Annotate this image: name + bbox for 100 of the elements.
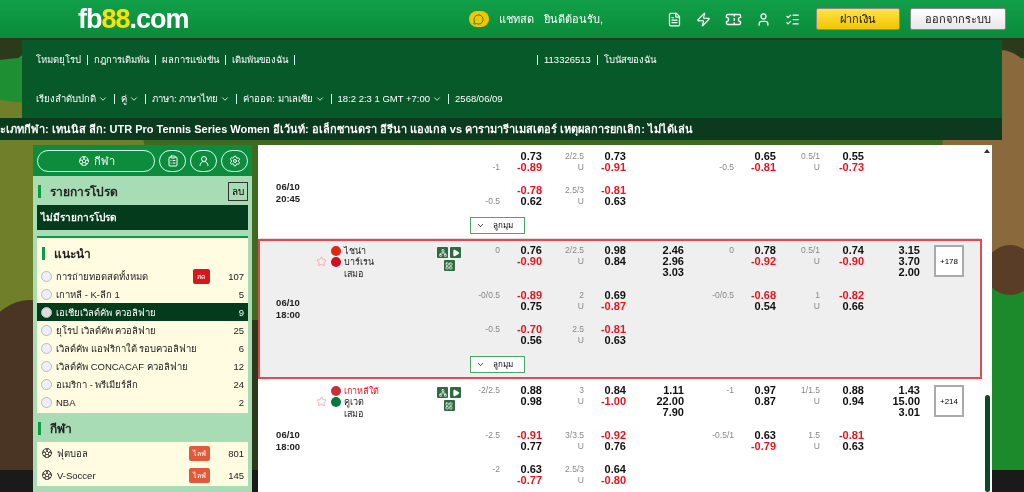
field-icon[interactable]	[443, 260, 455, 271]
logout-button[interactable]: ออกจากระบบ	[910, 8, 1006, 30]
chat-icon[interactable]	[468, 11, 489, 27]
scroll-up-icon[interactable]	[984, 149, 990, 153]
option-dropdown[interactable]: ค่าออด: มาเลเซีย	[243, 91, 325, 106]
odds-value[interactable]: 0.63	[754, 430, 776, 441]
odds-value[interactable]: 3.01	[898, 407, 920, 418]
star-icon[interactable]	[316, 256, 327, 267]
odds-value[interactable]: 1.11	[663, 385, 684, 396]
stats-icon[interactable]	[437, 247, 448, 258]
odds-value[interactable]: -0.91	[516, 430, 542, 441]
nav-link[interactable]: ผลการแข่งขัน	[162, 52, 219, 67]
lightning-icon[interactable]	[696, 11, 711, 27]
odds-value[interactable]: -0.81	[600, 185, 626, 196]
odds-value[interactable]: 0.88	[842, 385, 864, 396]
odds-value[interactable]: 0.97	[754, 385, 776, 396]
nav-link[interactable]: โหมดยุโรป	[36, 52, 81, 67]
odds-value[interactable]: -0.80	[600, 475, 626, 486]
odds-value[interactable]: 0.69	[604, 290, 626, 301]
league-item[interactable]: เอเชียเวิลด์คัพ ควอลิฟาย 9	[37, 303, 248, 321]
odds-value[interactable]: 2.96	[662, 256, 684, 267]
odds-value[interactable]: -0.90	[516, 256, 542, 267]
live-chat-link[interactable]: แชทสด	[498, 10, 534, 28]
option-dropdown[interactable]: เรียงลำดับปกติ	[36, 91, 108, 106]
odds-value[interactable]: 0.94	[842, 396, 864, 407]
scrollbar[interactable]	[985, 395, 990, 492]
odds-value[interactable]: -0.89	[516, 290, 542, 301]
odds-value[interactable]: 0.88	[520, 385, 542, 396]
option-dropdown[interactable]: 18:2 2:3 1 GMT +7:00	[337, 93, 443, 104]
odds-value[interactable]: 3.70	[898, 256, 920, 267]
field-icon[interactable]	[443, 400, 455, 411]
logo[interactable]: fb88.com	[78, 3, 189, 35]
odds-value[interactable]: -0.78	[516, 185, 542, 196]
league-item[interactable]: ยุโรป เวิลด์คัพ ควอลิฟาย 25	[37, 321, 248, 339]
nav-link[interactable]: 113326513	[544, 54, 591, 65]
odds-value[interactable]: -0.91	[600, 162, 626, 173]
odds-value[interactable]: -1.00	[600, 396, 626, 407]
league-item[interactable]: เวิลด์คัพ แอฟริกาใต้ รอบควอลิฟาย 6	[37, 339, 248, 357]
odds-value[interactable]: 0.76	[520, 245, 542, 256]
odds-value[interactable]: -0.81	[600, 324, 626, 335]
odds-value[interactable]: 7.90	[662, 407, 684, 418]
odds-value[interactable]: 0.76	[604, 441, 626, 452]
corners-button[interactable]: ลูกมุม	[470, 217, 525, 234]
league-item[interactable]: เกาหลี - K-ลีก 1 5	[37, 285, 248, 303]
corners-button[interactable]: ลูกมุม	[470, 356, 525, 373]
option-dropdown[interactable]: ภาษา: ภาษาไทย	[152, 91, 231, 106]
star-icon[interactable]	[316, 396, 327, 407]
play-icon[interactable]	[450, 387, 461, 398]
league-item[interactable]: อเมริกา - พรีเมียร์ลีก 24	[37, 375, 248, 393]
league-item[interactable]: เวิลด์คัพ CONCACAF ควอลิฟาย 12	[37, 357, 248, 375]
checklist-icon[interactable]	[785, 11, 800, 27]
odds-value[interactable]: -0.87	[600, 301, 626, 312]
odds-value[interactable]: 1.43	[898, 385, 920, 396]
odds-value[interactable]: 0.98	[604, 245, 626, 256]
nav-link[interactable]: กฎการเดิมพัน	[94, 52, 149, 67]
odds-value[interactable]: -0.81	[750, 162, 776, 173]
odds-value[interactable]: 0.87	[754, 396, 776, 407]
odds-value[interactable]: -0.82	[838, 290, 864, 301]
stats-icon[interactable]	[437, 387, 448, 398]
odds-value[interactable]: -0.68	[750, 290, 776, 301]
odds-value[interactable]: 0.66	[842, 301, 864, 312]
odds-value[interactable]: 0.55	[842, 151, 864, 162]
odds-value[interactable]: 0.84	[604, 385, 626, 396]
clear-button[interactable]: ลบ	[228, 182, 248, 201]
document-icon[interactable]	[667, 11, 682, 27]
odds-value[interactable]: 15.00	[892, 396, 920, 407]
odds-value[interactable]: 0.54	[754, 301, 776, 312]
odds-value[interactable]: 0.78	[754, 245, 776, 256]
odds-value[interactable]: -0.89	[516, 162, 542, 173]
odds-value[interactable]: 3.15	[898, 245, 920, 256]
odds-value[interactable]: 0.73	[604, 151, 626, 162]
odds-value[interactable]: 0.63	[842, 441, 864, 452]
odds-value[interactable]: 0.63	[604, 196, 626, 207]
odds-value[interactable]: 0.65	[754, 151, 776, 162]
odds-value[interactable]: 0.84	[604, 256, 626, 267]
odds-value[interactable]: 0.74	[842, 245, 864, 256]
odds-value[interactable]: 0.98	[520, 396, 542, 407]
deposit-button[interactable]: ฝากเงิน	[816, 8, 900, 30]
odds-value[interactable]: 0.77	[520, 441, 542, 452]
odds-value[interactable]: -0.77	[516, 475, 542, 486]
nav-link[interactable]: เดิมพันของฉัน	[232, 52, 288, 67]
more-markets-button[interactable]: +178	[934, 245, 964, 277]
odds-value[interactable]: -0.81	[838, 430, 864, 441]
odds-value[interactable]: -0.92	[750, 256, 776, 267]
odds-value[interactable]: -0.70	[516, 324, 542, 335]
odds-value[interactable]: 0.63	[520, 464, 542, 475]
odds-value[interactable]: -0.79	[750, 441, 776, 452]
odds-value[interactable]: 2.00	[898, 267, 920, 278]
odds-value[interactable]: 0.62	[520, 196, 542, 207]
odds-value[interactable]: 0.64	[604, 464, 626, 475]
league-item[interactable]: NBA 2	[37, 393, 248, 411]
option-dropdown[interactable]: คู่	[121, 91, 139, 106]
user-icon[interactable]	[756, 11, 771, 27]
nav-link[interactable]: โบนัสของฉัน	[603, 52, 656, 67]
odds-value[interactable]: 0.56	[520, 335, 542, 346]
odds-value[interactable]: 0.63	[604, 335, 626, 346]
play-icon[interactable]	[450, 247, 461, 258]
odds-value[interactable]: 22.00	[656, 396, 684, 407]
odds-value[interactable]: -0.73	[838, 162, 864, 173]
more-markets-button[interactable]: +214	[934, 385, 964, 417]
